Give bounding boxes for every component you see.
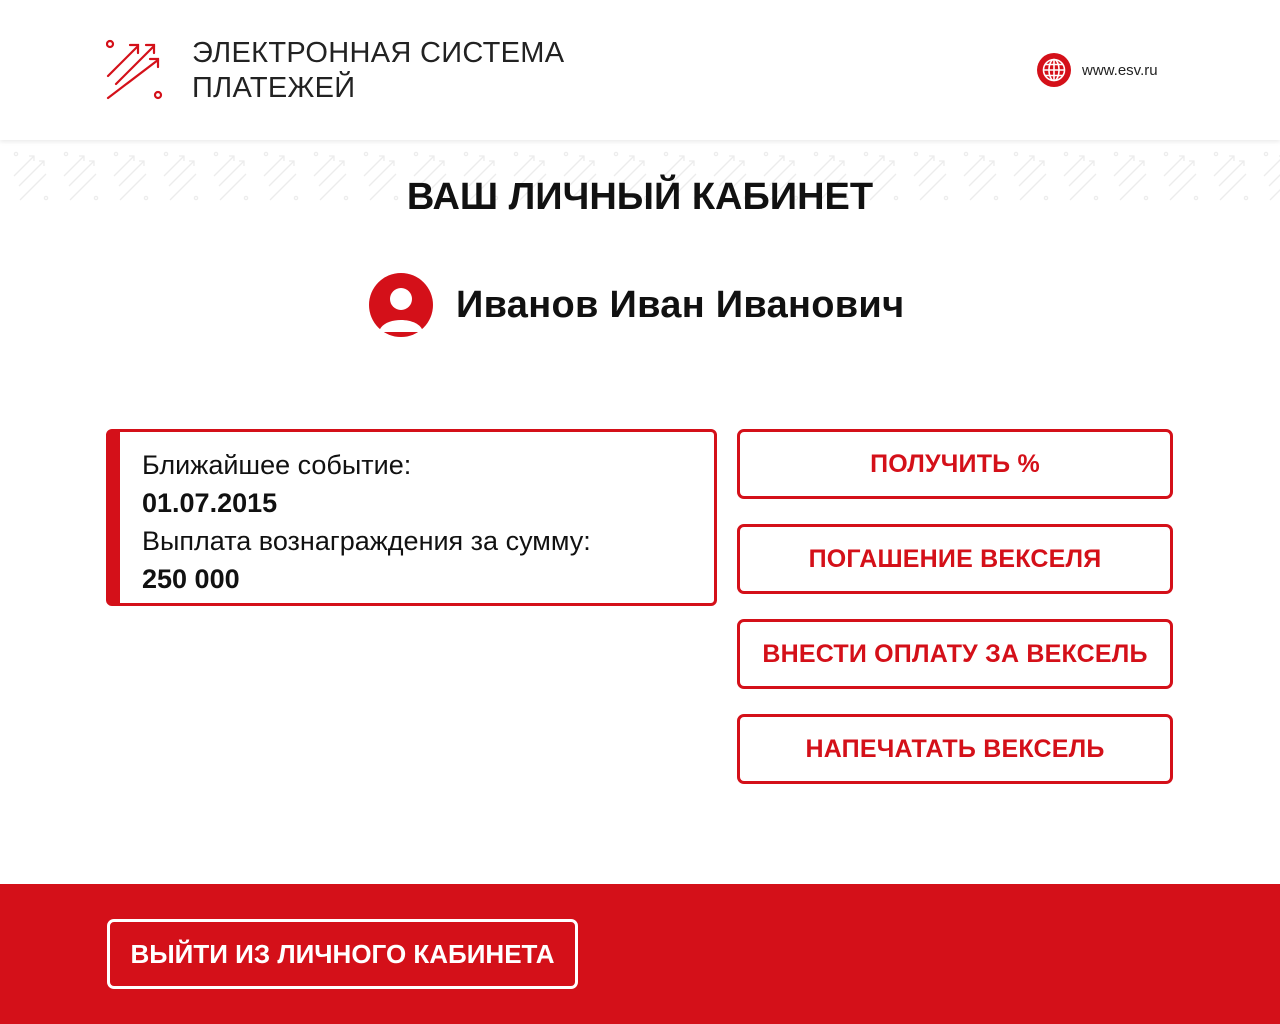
brand-name: ЭЛЕКТРОННАЯ СИСТЕМА ПЛАТЕЖЕЙ [192,36,564,106]
pay-for-bill-button[interactable]: ВНЕСТИ ОПЛАТУ ЗА ВЕКСЕЛЬ [737,619,1173,689]
header: ЭЛЕКТРОННАЯ СИСТЕМА ПЛАТЕЖЕЙ www.esv.ru [0,0,1280,140]
logout-button[interactable]: ВЫЙТИ ИЗ ЛИЧНОГО КАБИНЕТА [107,919,578,989]
footer: ВЫЙТИ ИЗ ЛИЧНОГО КАБИНЕТА [0,884,1280,1024]
next-event-card: Ближайшее событие: 01.07.2015 Выплата во… [106,429,717,606]
bill-redemption-button[interactable]: ПОГАШЕНИЕ ВЕКСЕЛЯ [737,524,1173,594]
event-date: 01.07.2015 [142,488,278,518]
brand-line-1: ЭЛЕКТРОННАЯ СИСТЕМА [192,37,565,69]
user-full-name: Иванов Иван Иванович [456,283,905,326]
site-url[interactable]: www.esv.ru [1082,62,1158,79]
get-interest-button[interactable]: ПОЛУЧИТЬ % [737,429,1173,499]
globe-icon [1037,53,1071,87]
brand-logo-icon [106,39,163,100]
event-label: Ближайшее событие: [142,450,412,480]
event-amount: 250 000 [142,564,240,594]
print-bill-button[interactable]: НАПЕЧАТАТЬ ВЕКСЕЛЬ [737,714,1173,784]
site-link[interactable]: www.esv.ru [1036,52,1158,88]
actions-panel: ПОЛУЧИТЬ % ПОГАШЕНИЕ ВЕКСЕЛЯ ВНЕСТИ ОПЛА… [737,429,1173,809]
brand-line-2: ПЛАТЕЖЕЙ [192,72,356,104]
user-block: Иванов Иван Иванович [368,272,904,338]
page-title: ВАШ ЛИЧНЫЙ КАБИНЕТ [406,176,874,218]
event-description: Выплата вознаграждения за сумму: [142,526,591,556]
user-avatar-icon [369,273,433,337]
